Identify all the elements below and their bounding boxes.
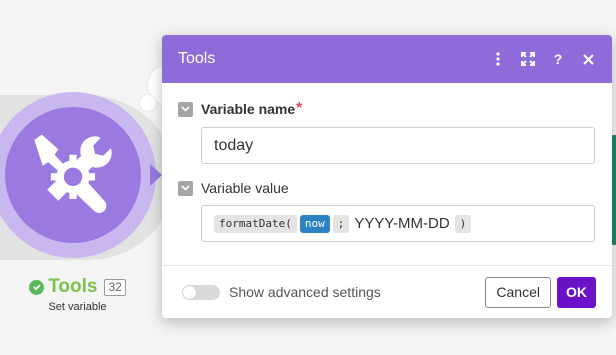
close-paren-token[interactable]: ) (454, 214, 472, 233)
toggle-knob (183, 285, 196, 299)
module-id-badge: 32 (104, 278, 126, 296)
format-text: YYYY-MM-DD (354, 215, 450, 232)
module-name: Tools (48, 276, 98, 297)
check-circle-icon (29, 279, 45, 295)
tools-icon (34, 134, 112, 213)
close-icon[interactable] (580, 51, 596, 67)
advanced-settings-toggle[interactable] (182, 284, 220, 300)
required-mark: * (296, 100, 303, 117)
variable-name-label: Variable name (201, 101, 296, 117)
variable-value-label: Variable value (201, 180, 289, 196)
variable-name-row: Variable name * (178, 100, 596, 118)
variable-name-input[interactable]: today (201, 127, 595, 164)
chevron-down-icon[interactable] (178, 180, 193, 196)
dialog-footer: Show advanced settings Cancel OK (162, 265, 612, 318)
module-label: Tools 32 (0, 276, 155, 298)
variable-value-row: Variable value (178, 180, 596, 196)
dialog-header: Tools ? (162, 35, 612, 83)
separator-token[interactable]: ; (332, 214, 350, 233)
variable-value-input[interactable]: formatDate( now ; YYYY-MM-DD ) (201, 205, 595, 242)
dialog-body: Variable name * today Variable value form… (162, 100, 612, 242)
chevron-down-icon[interactable] (178, 101, 193, 117)
advanced-settings-label: Show advanced settings (229, 284, 381, 300)
help-icon[interactable]: ? (550, 51, 566, 67)
tools-module[interactable] (5, 107, 141, 243)
tools-dialog: Tools ? Variable name * today Variable v… (162, 35, 612, 318)
module-pointer (150, 164, 162, 186)
expand-icon[interactable] (520, 51, 536, 67)
function-token[interactable]: formatDate( (214, 214, 297, 233)
cancel-button[interactable]: Cancel (485, 276, 551, 308)
header-actions: ? (490, 51, 596, 67)
ok-button[interactable]: OK (557, 276, 596, 308)
dialog-title: Tools (178, 50, 216, 67)
module-subtitle: Set variable (48, 301, 107, 313)
more-vertical-icon[interactable] (490, 51, 506, 67)
now-token[interactable]: now (299, 214, 330, 233)
bubble-decoration (140, 95, 156, 111)
